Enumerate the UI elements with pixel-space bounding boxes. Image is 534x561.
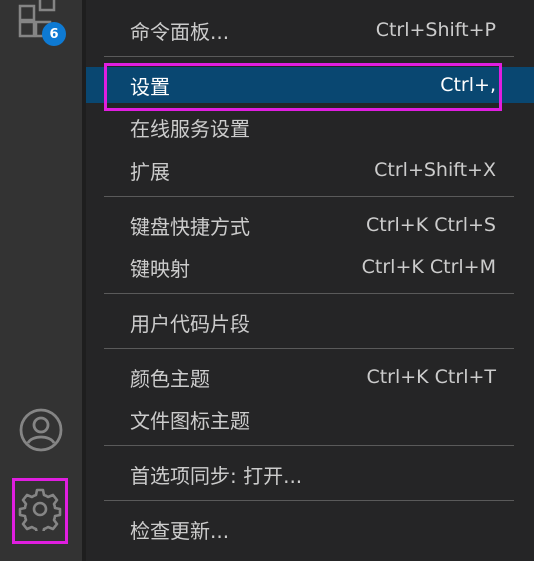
menu-item-user-snippets[interactable]: 用户代码片段 [102, 304, 514, 340]
menu-item-shortcut: Ctrl+K Ctrl+M [361, 256, 496, 278]
menu-separator [104, 500, 514, 501]
menu-item-label: 扩展 [130, 159, 170, 184]
menu-item-keymaps[interactable]: 键映射 Ctrl+K Ctrl+M [102, 249, 514, 285]
menu-item-label: 在线服务设置 [130, 116, 250, 141]
menu-item-label: 命令面板... [130, 19, 230, 44]
menu-item-command-palette[interactable]: 命令面板... Ctrl+Shift+P [102, 12, 514, 48]
menu-separator [104, 196, 514, 197]
menu-item-label: 文件图标主题 [130, 408, 250, 433]
menu-item-file-icon-theme[interactable]: 文件图标主题 [102, 401, 514, 437]
menu-separator [104, 293, 514, 294]
menu-separator [104, 348, 514, 349]
account-icon[interactable] [16, 405, 66, 455]
menu-item-online-services-settings[interactable]: 在线服务设置 [102, 109, 514, 145]
activity-bar: 6 [0, 0, 82, 561]
menu-item-shortcut: Ctrl+K Ctrl+S [365, 214, 496, 236]
manage-gear-button[interactable] [12, 478, 68, 544]
gear-icon [18, 487, 62, 536]
menu-item-color-theme[interactable]: 颜色主题 Ctrl+K Ctrl+T [102, 359, 514, 395]
menu-item-keyboard-shortcuts[interactable]: 键盘快捷方式 Ctrl+K Ctrl+S [102, 207, 514, 243]
menu-item-label: 键映射 [130, 256, 190, 281]
menu-item-label: 颜色主题 [130, 366, 210, 391]
menu-item-settings[interactable]: 设置 Ctrl+, [86, 67, 534, 103]
extensions-badge: 6 [42, 22, 66, 46]
menu-item-check-updates[interactable]: 检查更新... [102, 511, 514, 547]
menu-item-shortcut: Ctrl+Shift+P [375, 19, 496, 41]
manage-context-menu: 命令面板... Ctrl+Shift+P 设置 Ctrl+, 在线服务设置 扩展… [86, 0, 534, 561]
menu-item-extensions[interactable]: 扩展 Ctrl+Shift+X [102, 152, 514, 188]
menu-separator [104, 445, 514, 446]
menu-item-shortcut: Ctrl+K Ctrl+T [366, 366, 496, 388]
menu-item-shortcut: Ctrl+, [440, 74, 496, 96]
menu-item-label: 键盘快捷方式 [130, 214, 250, 239]
menu-item-settings-sync[interactable]: 首选项同步: 打开... [102, 456, 514, 492]
menu-separator [104, 56, 514, 57]
menu-item-shortcut: Ctrl+Shift+X [374, 159, 496, 181]
menu-item-label: 设置 [130, 74, 170, 99]
menu-item-label: 检查更新... [130, 518, 230, 543]
menu-item-label: 首选项同步: 打开... [130, 463, 303, 488]
menu-item-label: 用户代码片段 [130, 311, 250, 336]
